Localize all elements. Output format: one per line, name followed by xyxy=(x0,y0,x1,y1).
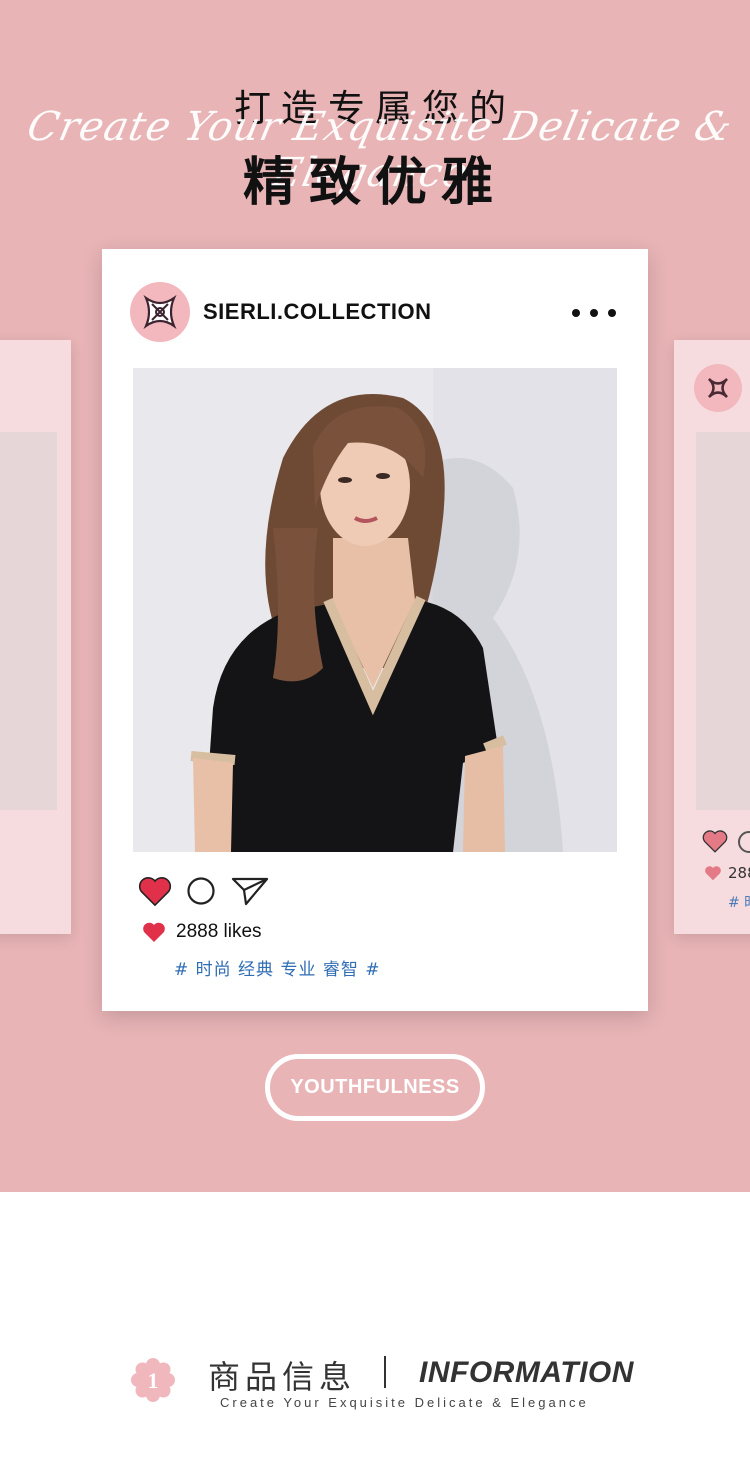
side-tags: # 时 xyxy=(728,895,750,911)
heart-icon xyxy=(705,866,721,881)
side-card-image-placeholder xyxy=(696,432,750,810)
post-tags[interactable]: # 时尚 经典 专业 睿智 # xyxy=(174,955,381,980)
side-card-image-placeholder xyxy=(0,432,57,810)
comment-icon[interactable] xyxy=(738,831,750,853)
likes-count[interactable]: 2888 likes xyxy=(176,921,262,943)
username[interactable]: SIERLI.COLLECTION xyxy=(203,299,432,325)
post-actions xyxy=(138,875,270,907)
title-main: 精致优雅 xyxy=(242,153,507,213)
side-likes-text: 288 xyxy=(728,864,750,882)
share-icon[interactable] xyxy=(230,875,270,907)
side-likes-row: 288 xyxy=(704,864,750,882)
heart-icon[interactable] xyxy=(702,829,728,853)
heart-icon[interactable] xyxy=(138,875,172,907)
info-divider xyxy=(384,1356,386,1388)
youthfulness-button[interactable]: YOUTHFULNESS xyxy=(265,1054,485,1121)
more-icon[interactable] xyxy=(572,301,616,325)
info-title-en: INFORMATION xyxy=(419,1356,634,1389)
comment-icon[interactable] xyxy=(186,876,216,906)
logo-icon[interactable] xyxy=(130,282,190,342)
info-subtitle: Create Your Exquisite Delicate & Eleganc… xyxy=(220,1395,589,1410)
product-photo xyxy=(133,368,617,852)
side-card-left[interactable] xyxy=(0,340,71,934)
post-card: SIERLI.COLLECTION 2888 likes # 时尚 经典 专业 … xyxy=(102,249,648,1011)
info-title-cn: 商品信息 xyxy=(208,1358,357,1396)
heart-icon xyxy=(143,922,165,942)
badge-number: 1 xyxy=(148,1368,159,1393)
logo-icon xyxy=(694,364,742,412)
side-card-right[interactable]: 288 # 时 xyxy=(674,340,750,934)
likes-row: 2888 likes xyxy=(142,921,262,943)
info-section xyxy=(0,1192,750,1461)
